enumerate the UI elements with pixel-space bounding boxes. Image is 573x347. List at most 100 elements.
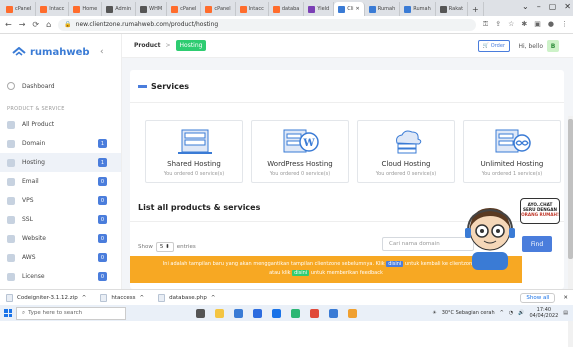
service-cloud-hosting[interactable]: Cloud Hosting You ordered 0 service(s) (357, 120, 455, 183)
browser-tab[interactable]: Rakat (436, 2, 469, 16)
back-icon[interactable]: ← (5, 20, 12, 29)
start-button[interactable] (0, 305, 16, 321)
tray-chevron-icon[interactable]: ^ (500, 310, 504, 316)
app-icon[interactable] (291, 308, 300, 318)
home-icon[interactable]: ⌂ (46, 20, 51, 29)
sidebar: rumahweb ‹ Dashboard PRODUCT & SERVICE A… (0, 34, 122, 289)
download-item[interactable]: htaccess ^ (100, 293, 145, 302)
show-all-button[interactable]: Show all (520, 292, 556, 303)
browser-tab[interactable]: Intacc (36, 2, 70, 16)
browser-tab[interactable]: WHM (136, 2, 168, 16)
scrollbar-thumb[interactable] (568, 119, 573, 259)
download-item[interactable]: database.php ^ (158, 293, 216, 302)
download-filename: htaccess (111, 294, 136, 301)
file-icon (158, 293, 166, 302)
chevron-down-icon[interactable]: ⌄ (522, 2, 529, 11)
browser-tab[interactable]: Rumah (400, 2, 436, 16)
sidebar-item-ssl[interactable]: SSL 0 (0, 210, 121, 229)
folder-icon[interactable] (348, 308, 357, 318)
browser-tab[interactable]: Rumah (365, 2, 401, 16)
edge-icon[interactable] (234, 308, 243, 318)
service-shared-hosting[interactable]: Shared Hosting You ordered 0 service(s) (145, 120, 243, 183)
share-icon[interactable]: ⇪ (495, 20, 501, 29)
task-view-icon[interactable] (196, 308, 205, 318)
mail-icon[interactable] (272, 308, 281, 318)
breadcrumb-hosting[interactable]: Hosting (175, 40, 207, 51)
taskbar-search[interactable]: ⌕ Type here to search (16, 306, 126, 320)
download-filename: Codeigniter-3.1.12.zip (17, 294, 78, 301)
browser-tab[interactable]: cPanel (2, 2, 37, 16)
system-tray: ☀ 30°C Sebagian cerah ^ ◔ 🔊 17:40 04/04/… (432, 307, 573, 319)
notifications-icon[interactable]: ▤ (563, 310, 568, 316)
find-button[interactable]: Find (522, 236, 552, 252)
browser-tab[interactable]: databa (269, 2, 305, 16)
new-tab-button[interactable]: + (468, 2, 484, 16)
sidebar-item-label: All Product (22, 121, 55, 128)
unlimited-server-icon (495, 129, 531, 153)
breadcrumb-product[interactable]: Product (134, 42, 160, 49)
sidebar-item-aws[interactable]: AWS 0 (0, 248, 121, 267)
file-explorer-icon[interactable] (215, 308, 224, 318)
maximize-button[interactable]: ▢ (549, 2, 557, 11)
menu-icon[interactable]: ⋮ (561, 20, 568, 29)
browser-tab[interactable]: Yield (304, 2, 335, 16)
sidebar-item-domain[interactable]: Domain 1 (0, 134, 121, 153)
url-field[interactable]: 🔒 new.clientzone.rumahweb.com/product/ho… (58, 18, 476, 31)
browser-tab[interactable]: Cli ✕ (334, 2, 365, 16)
reload-icon[interactable]: ⟳ (32, 20, 39, 29)
entries-select[interactable]: 5 ⬍ (155, 242, 174, 252)
browser-tab[interactable]: cPanel (201, 2, 236, 16)
close-button[interactable]: ✕ (564, 2, 571, 11)
service-unlimited-hosting[interactable]: Unlimited Hosting You ordered 1 service(… (463, 120, 561, 183)
sidebar-item-all-product[interactable]: All Product (0, 115, 121, 134)
sidebar-item-email[interactable]: Email 0 (0, 172, 121, 191)
old-clientzone-link[interactable]: disini (386, 261, 404, 267)
chevron-up-icon[interactable]: ^ (140, 295, 145, 301)
cart-icon: 🛒 (482, 43, 489, 49)
sidebar-item-label: Domain (22, 140, 46, 147)
browser-tab[interactable]: Home (69, 2, 103, 16)
sidebar-item-label: Email (22, 178, 39, 185)
title-accent (138, 85, 147, 88)
sidebar-item-dashboard[interactable]: Dashboard (0, 75, 121, 97)
sidebar-item-hosting[interactable]: Hosting 1 (0, 153, 121, 172)
store-icon[interactable] (253, 308, 262, 318)
chevron-up-icon[interactable]: ^ (211, 295, 216, 301)
vscode-icon[interactable] (329, 308, 338, 318)
profile-icon[interactable]: ● (548, 20, 554, 29)
collapse-sidebar-icon[interactable]: ‹ (100, 47, 104, 57)
bubble-line: ORANG RUMAH! (521, 212, 559, 217)
key-icon[interactable]: ⚿ (483, 20, 488, 29)
browser-tab[interactable]: cPanel (167, 2, 202, 16)
close-icon[interactable]: ✕ (563, 295, 568, 301)
windows-taskbar: ⌕ Type here to search ☀ 30°C Sebagian ce… (0, 305, 573, 321)
browser-tab[interactable]: Intacc (236, 2, 269, 16)
download-item[interactable]: Codeigniter-3.1.12.zip ^ (6, 293, 87, 302)
chrome-icon[interactable] (310, 308, 319, 318)
sidebar-item-license[interactable]: License 0 (0, 267, 121, 286)
order-button[interactable]: 🛒 Order (477, 40, 510, 52)
avatar[interactable]: B (547, 40, 559, 52)
service-wordpress-hosting[interactable]: W WordPress Hosting You ordered 0 servic… (251, 120, 349, 183)
chevron-up-icon[interactable]: ^ (82, 295, 87, 301)
tab-favicon-icon (439, 5, 447, 13)
tab-favicon-icon (338, 5, 346, 13)
extensions-icon[interactable]: ✱ (521, 20, 527, 29)
network-icon[interactable]: ◔ (509, 310, 513, 316)
star-icon[interactable]: ☆ (508, 20, 514, 29)
weather-text[interactable]: 30°C Sebagian cerah (442, 310, 495, 316)
sidebar-item-website[interactable]: Website 0 (0, 229, 121, 248)
volume-icon[interactable]: 🔊 (518, 310, 524, 316)
forward-icon[interactable]: → (19, 20, 26, 29)
browser-tab[interactable]: Admin (102, 2, 137, 16)
feedback-link[interactable]: disini (292, 270, 310, 276)
close-tab-icon[interactable]: ✕ (356, 6, 360, 12)
chat-mascot[interactable] (460, 200, 520, 270)
sidebar-icon[interactable]: ▣ (534, 20, 541, 29)
sidebar-item-vps[interactable]: VPS 0 (0, 191, 121, 210)
taskbar-search-placeholder: Type here to search (28, 310, 83, 316)
clock[interactable]: 17:40 04/04/2022 (529, 307, 558, 319)
tab-favicon-icon (140, 5, 148, 13)
chat-bubble[interactable]: AYO..CHAT SERU DENGAN ORANG RUMAH! (520, 198, 560, 224)
minimize-button[interactable]: – (537, 2, 541, 11)
